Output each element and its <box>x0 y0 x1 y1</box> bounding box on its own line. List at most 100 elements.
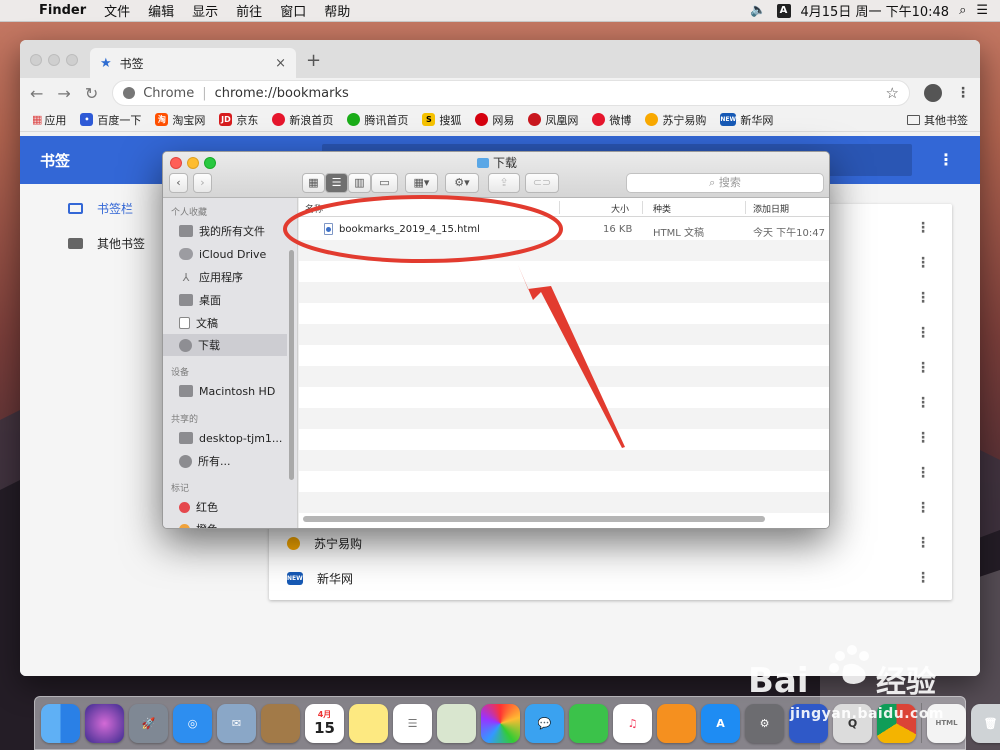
notification-center-icon[interactable]: ☰ <box>976 3 988 18</box>
action-gear-button[interactable]: ⚙▾ <box>445 173 479 193</box>
spotlight-icon[interactable]: ⌕ <box>959 3 966 18</box>
item-menu-icon[interactable]: ⋮ <box>916 360 930 376</box>
window-close-button[interactable] <box>30 54 42 66</box>
siri-icon[interactable] <box>85 703 124 743</box>
sidebar-item-all-files[interactable]: 我的所有文件 <box>163 220 287 242</box>
item-menu-icon[interactable]: ⋮ <box>916 220 930 236</box>
new-tab-button[interactable]: + <box>306 50 321 71</box>
item-menu-icon[interactable]: ⋮ <box>916 430 930 446</box>
back-icon[interactable]: ← <box>30 84 43 103</box>
sidebar-item-icloud[interactable]: iCloud Drive <box>163 243 287 265</box>
item-menu-icon[interactable]: ⋮ <box>916 500 930 516</box>
menu-go[interactable]: 前往 <box>227 1 271 20</box>
bookmark-item[interactable]: 淘淘宝网 <box>155 112 205 128</box>
bookmark-item[interactable]: NEWS 新华网 <box>720 112 773 128</box>
sidebar-item-applications[interactable]: ⅄ 应用程序 <box>163 266 287 288</box>
arrange-button[interactable]: ▦▾ <box>405 173 438 193</box>
sidebar-scrollbar[interactable] <box>289 250 294 480</box>
bookmark-row[interactable]: 苏宁易购 <box>287 535 362 552</box>
icon-view-button[interactable]: ▦ <box>302 173 325 193</box>
bookmark-item[interactable]: 腾讯首页 <box>347 112 408 128</box>
sidebar-item-documents[interactable]: 文稿 <box>163 312 287 334</box>
bookmark-item[interactable]: • 百度一下 <box>80 112 141 128</box>
bookmark-row[interactable]: NEWS 新华网 <box>287 570 353 587</box>
share-button[interactable]: ⇪ <box>488 173 520 193</box>
column-kind[interactable]: 种类 <box>653 202 671 215</box>
list-view-button[interactable]: ☰ <box>325 173 348 193</box>
account-avatar[interactable] <box>924 84 942 102</box>
trash-icon[interactable]: 🗑 <box>971 703 1000 743</box>
window-zoom-button[interactable] <box>66 54 78 66</box>
sidebar-item-tag-orange[interactable]: 橙色 <box>163 518 287 528</box>
item-menu-icon[interactable]: ⋮ <box>916 570 930 586</box>
more-vert-icon[interactable]: ⋮ <box>938 150 954 169</box>
bookmark-item[interactable]: JD 京东 <box>219 112 258 128</box>
menu-help[interactable]: 帮助 <box>315 1 359 20</box>
reload-icon[interactable]: ↻ <box>85 84 98 103</box>
menu-clock[interactable]: 4月15日 周一 下午10:48 <box>801 1 950 20</box>
other-bookmarks-button[interactable]: 其他书签 <box>907 112 968 128</box>
bookmark-item[interactable]: 苏宁易购 <box>645 112 706 128</box>
file-row[interactable]: bookmarks_2019_4_15.html 16 KB HTML 文稿 今… <box>299 219 829 240</box>
forward-icon[interactable]: → <box>57 84 70 103</box>
input-method-icon[interactable]: A <box>776 3 791 18</box>
forward-button[interactable]: › <box>193 173 212 193</box>
menu-edit[interactable]: 编辑 <box>139 1 183 20</box>
bookmark-item[interactable]: 凤凰网 <box>528 112 578 128</box>
address-bar[interactable]: Chrome | chrome://bookmarks ☆ <box>112 80 910 106</box>
finder-icon[interactable] <box>41 703 80 743</box>
item-menu-icon[interactable]: ⋮ <box>916 535 930 551</box>
bookmark-item[interactable]: 微博 <box>592 112 631 128</box>
item-menu-icon[interactable]: ⋮ <box>916 255 930 271</box>
mail-icon[interactable]: ✉ <box>217 703 256 743</box>
app-store-icon[interactable]: A <box>701 703 740 743</box>
cover-flow-button[interactable]: ▭ <box>371 173 398 193</box>
maps-icon[interactable] <box>437 703 476 743</box>
folder-other-bookmarks[interactable]: 其他书签 <box>68 235 145 252</box>
sidebar-item-all-shared[interactable]: 所有... <box>163 450 287 472</box>
tab-bookmarks[interactable]: ★ 书签 × <box>90 48 296 78</box>
item-menu-icon[interactable]: ⋮ <box>916 290 930 306</box>
column-date[interactable]: 添加日期 <box>753 202 789 215</box>
bookmark-item[interactable]: ▦ 应用 <box>32 112 66 128</box>
music-icon[interactable]: ♫ <box>613 703 652 743</box>
finder-search-input[interactable]: ⌕ 搜索 <box>626 173 824 193</box>
item-menu-icon[interactable]: ⋮ <box>916 465 930 481</box>
column-size[interactable]: 大小 <box>611 202 629 215</box>
menu-app-name[interactable]: Finder <box>30 3 95 18</box>
menu-view[interactable]: 显示 <box>183 1 227 20</box>
tab-close-icon[interactable]: × <box>275 56 286 71</box>
messages-icon[interactable]: 💬 <box>525 703 564 743</box>
reminders-icon[interactable]: ☰ <box>393 703 432 743</box>
column-view-button[interactable]: ▥ <box>348 173 371 193</box>
bookmark-item[interactable]: 网易 <box>475 112 514 128</box>
sidebar-item-macintosh-hd[interactable]: Macintosh HD <box>163 380 287 402</box>
sidebar-item-downloads[interactable]: 下载 <box>163 334 287 356</box>
item-menu-icon[interactable]: ⋮ <box>916 395 930 411</box>
bookmark-item[interactable]: 新浪首页 <box>272 112 333 128</box>
window-minimize-button[interactable] <box>48 54 60 66</box>
menu-window[interactable]: 窗口 <box>271 1 315 20</box>
sidebar-item-desktop[interactable]: 桌面 <box>163 289 287 311</box>
contacts-icon[interactable] <box>261 703 300 743</box>
volume-icon[interactable]: 🔈 <box>750 3 766 18</box>
file-list-scrollbar[interactable] <box>303 516 765 522</box>
back-button[interactable]: ‹ <box>169 173 188 193</box>
facetime-icon[interactable] <box>569 703 608 743</box>
chrome-menu-icon[interactable]: ⋮ <box>956 85 970 101</box>
books-icon[interactable] <box>657 703 696 743</box>
column-name[interactable]: 名称 <box>305 202 323 215</box>
bookmark-item[interactable]: S 搜狐 <box>422 112 461 128</box>
notes-icon[interactable] <box>349 703 388 743</box>
sidebar-item-desktop-computer[interactable]: desktop-tjm1... <box>163 427 287 449</box>
system-preferences-icon[interactable]: ⚙ <box>745 703 784 743</box>
folder-bookmarks-bar[interactable]: 书签栏 <box>68 200 133 217</box>
calendar-icon[interactable]: 4月 15 <box>305 703 344 743</box>
safari-icon[interactable]: ◎ <box>173 703 212 743</box>
item-menu-icon[interactable]: ⋮ <box>916 325 930 341</box>
launchpad-icon[interactable]: 🚀 <box>129 703 168 743</box>
sidebar-item-tag-red[interactable]: 红色 <box>163 496 287 518</box>
bookmark-star-icon[interactable]: ☆ <box>886 84 899 102</box>
photos-icon[interactable] <box>481 703 520 743</box>
tags-button[interactable]: ⊂⊃ <box>525 173 559 193</box>
